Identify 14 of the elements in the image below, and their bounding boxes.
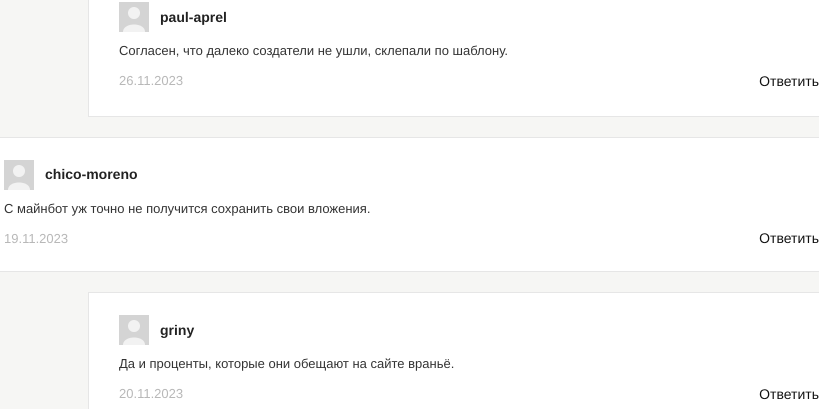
avatar-icon: [119, 315, 149, 345]
comment-text: Согласен, что далеко создатели не ушли, склепали по шаблону.: [119, 42, 510, 60]
comment-date: 26.11.2023: [119, 72, 184, 90]
reply-link[interactable]: Ответить: [759, 228, 819, 249]
author-name: griny: [160, 320, 194, 340]
comment-date: 19.11.2023: [4, 230, 68, 248]
comment-date: 20.11.2023: [119, 385, 184, 404]
reply-link[interactable]: Ответить: [759, 384, 819, 404]
reply-link[interactable]: Ответить: [759, 70, 819, 92]
author-name: paul-aprel: [160, 8, 227, 27]
comment-text: Да и проценты, которые они обещают на сайте враньё.: [119, 355, 456, 373]
comment-text: С майнбот уж точно не получится сохранить свои вложения.: [4, 200, 372, 218]
avatar-icon: [4, 160, 34, 190]
author-name: chico-moreno: [45, 165, 138, 184]
